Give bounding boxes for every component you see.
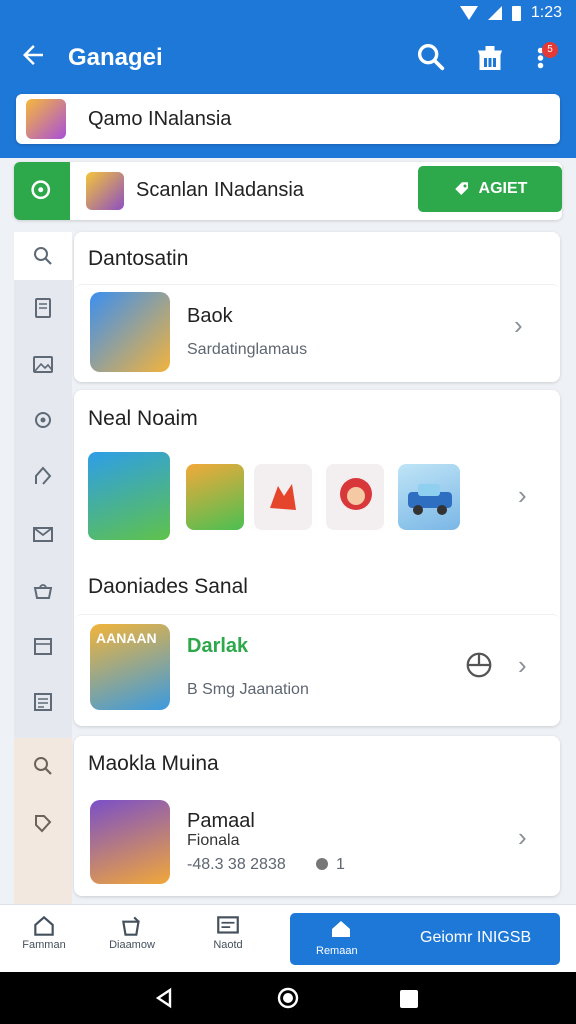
sidebar-item-calendar[interactable] — [14, 622, 72, 670]
chevron-right-icon[interactable]: › — [518, 822, 527, 853]
sidebar-item-photo[interactable] — [14, 340, 72, 388]
chevron-right-icon[interactable]: › — [518, 480, 527, 511]
item-title: Pamaal — [187, 810, 255, 832]
sidebar-item-tag[interactable] — [14, 794, 72, 854]
share-icon — [35, 466, 52, 485]
game-crest-icon — [86, 172, 124, 210]
back-triangle-icon[interactable] — [152, 986, 176, 1010]
search-icon — [34, 247, 52, 265]
sidebar-item-bag[interactable] — [14, 566, 72, 614]
more-options-button[interactable]: 5 — [528, 40, 564, 76]
bag-icon — [33, 584, 53, 599]
news-icon — [217, 916, 239, 934]
item-meta-count: 1 — [336, 856, 345, 873]
store-icon — [478, 46, 502, 70]
sidebar-item-settings[interactable] — [14, 396, 72, 444]
red-creature-icon — [270, 484, 296, 510]
sidebar-item-share[interactable] — [14, 452, 72, 500]
nav-label: Remaan — [316, 945, 358, 957]
section-title: Daoniades Sanal — [88, 575, 248, 598]
section-title: Dantosatin — [88, 247, 189, 270]
store-button[interactable] — [472, 40, 508, 76]
dot-icon — [316, 858, 328, 870]
zoom-icon — [34, 757, 52, 775]
get-button[interactable]: AGIET — [418, 166, 562, 212]
section-title: Maokla Muina — [88, 752, 219, 775]
item-meta: -48.3 38 2838 — [187, 856, 286, 873]
back-button[interactable] — [16, 40, 50, 74]
status-bar: 1:23 — [0, 0, 576, 28]
app-icon — [90, 292, 170, 372]
sidebar-item-search[interactable] — [14, 232, 72, 280]
wifi-icon — [459, 6, 478, 20]
search-button[interactable] — [414, 40, 450, 76]
hooded-girl-icon — [340, 478, 372, 510]
nav-item-active[interactable]: Remaan Geiomr INIGSB — [290, 913, 560, 965]
item-subtitle: B Smg Jaanation — [187, 681, 309, 698]
battery-icon — [511, 5, 521, 21]
game-tile[interactable] — [88, 452, 170, 540]
icon-banner-text: AANAAN — [96, 630, 157, 646]
filter-label: Scanlan INadansia — [136, 179, 304, 201]
item-subtitle: Sardatinglamaus — [187, 341, 308, 358]
calendar-icon — [34, 638, 52, 655]
search-input[interactable] — [88, 107, 508, 131]
nav-label: Famman — [22, 939, 66, 951]
nav-item-news[interactable]: Naotd — [188, 913, 268, 967]
sidebar-item-zoom[interactable] — [14, 738, 72, 794]
search-box[interactable] — [16, 94, 560, 144]
app-icon — [90, 800, 170, 884]
photo-icon — [33, 356, 53, 373]
magnify-icon — [31, 180, 51, 200]
chevron-right-icon[interactable]: › — [518, 650, 527, 681]
page-title: Ganagei — [68, 44, 163, 71]
sidebar-item-document[interactable] — [14, 284, 72, 332]
home-outline-icon — [34, 915, 54, 936]
search-icon — [417, 43, 445, 71]
nav-item-home[interactable]: Famman — [4, 913, 84, 967]
app-bar: Ganagei 5 — [0, 28, 576, 158]
sidebar-item-list[interactable] — [14, 678, 72, 726]
filter-search-button[interactable] — [14, 162, 70, 220]
chevron-right-icon[interactable]: › — [514, 310, 523, 341]
home-icon — [332, 921, 350, 937]
recents-square-icon[interactable] — [398, 988, 420, 1010]
document-icon — [35, 298, 51, 318]
system-nav-bar — [0, 972, 576, 1024]
section-title: Neal Noaim — [88, 407, 198, 430]
nav-label: Diaamow — [109, 939, 155, 951]
gear-icon — [35, 412, 51, 428]
nav-extra-label: Geiomr INIGSB — [420, 929, 532, 946]
sidebar-item-empty[interactable] — [14, 854, 72, 908]
sidebar — [14, 232, 72, 908]
item-subtitle: Fionala — [187, 832, 240, 849]
status-time: 1:23 — [530, 4, 562, 21]
nav-item-games[interactable]: Diaamow — [92, 913, 172, 967]
car-icon — [408, 484, 452, 515]
item-title: Darlak — [187, 635, 249, 657]
get-button-label: AGIET — [478, 180, 528, 197]
arrow-left-icon — [23, 45, 43, 65]
game-tile[interactable] — [186, 464, 244, 530]
item-title: Baok — [187, 305, 233, 327]
nav-label: Naotd — [213, 939, 243, 951]
game-thumbnail-icon — [26, 99, 66, 139]
games-icon — [122, 916, 140, 936]
home-circle-icon[interactable] — [276, 986, 300, 1010]
bottom-nav: Famman Diaamow Naotd Remaan Geiomr INIGS… — [0, 904, 576, 972]
sidebar-item-mail[interactable] — [14, 510, 72, 558]
notification-badge: 5 — [542, 42, 558, 58]
list-icon — [34, 693, 52, 711]
tag-icon — [35, 815, 52, 833]
signal-icon — [487, 6, 502, 20]
tag-icon — [454, 182, 468, 195]
target-icon[interactable] — [464, 650, 494, 680]
mail-icon — [33, 527, 53, 542]
filter-bar: Scanlan INadansia AGIET — [14, 162, 562, 220]
